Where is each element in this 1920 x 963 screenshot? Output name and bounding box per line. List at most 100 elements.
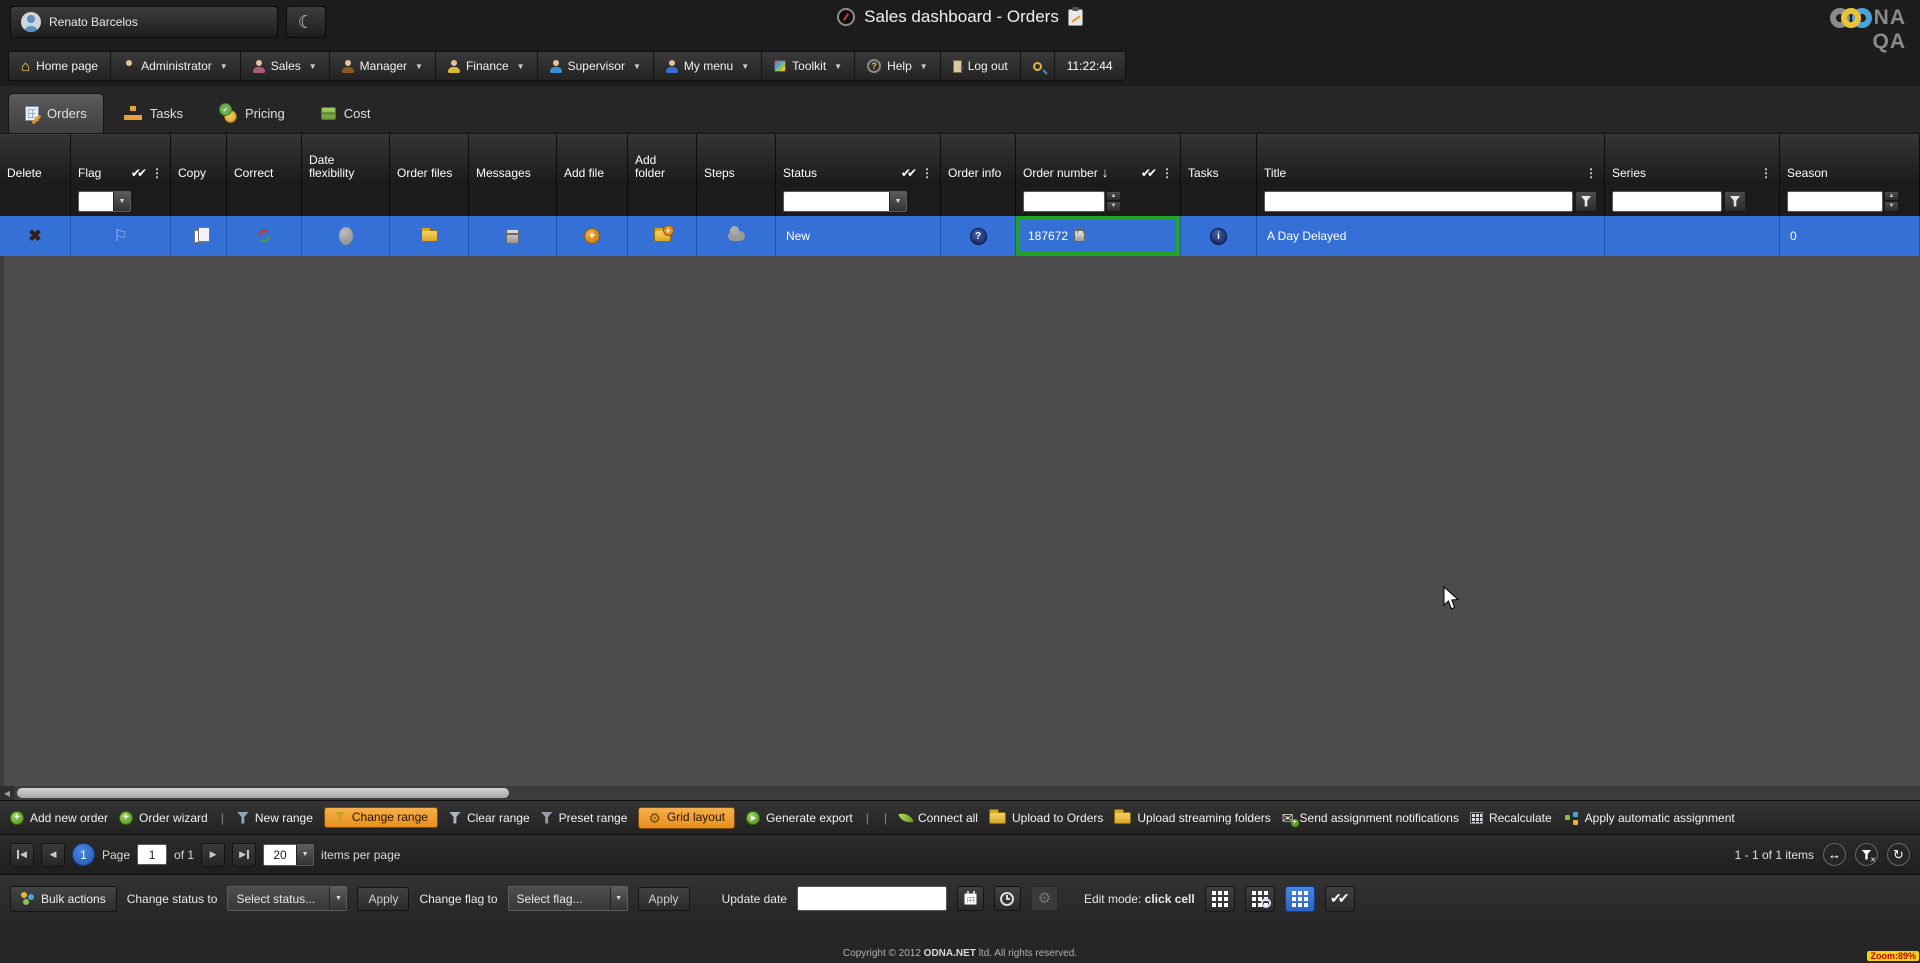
preset-range-button[interactable]: Preset range	[541, 811, 628, 825]
last-page-button[interactable]: ▶	[232, 843, 256, 867]
cell-add-folder[interactable]	[628, 216, 697, 256]
col-header-order-files[interactable]: Order files	[390, 134, 469, 186]
series-filter-input[interactable]	[1612, 191, 1722, 212]
apply-automatic-assignment-button[interactable]: Apply automatic assignment	[1563, 811, 1735, 825]
col-header-order-info[interactable]: Order info	[941, 134, 1016, 186]
current-page-button[interactable]: 1	[72, 843, 95, 866]
select-all-orders-icon[interactable]: ✔✔	[1141, 166, 1157, 180]
select-all-status-icon[interactable]: ✔✔	[901, 166, 917, 180]
cell-order-info[interactable]: ?	[941, 216, 1016, 256]
col-header-copy[interactable]: Copy	[171, 134, 227, 186]
col-header-title[interactable]: Title ⋮	[1257, 134, 1605, 186]
scrollbar-thumb[interactable]	[17, 788, 509, 798]
number-spinner[interactable]: ▲▼	[1884, 191, 1899, 212]
send-assignment-notifications-button[interactable]: ✉Send assignment notifications	[1282, 811, 1459, 825]
clear-range-button[interactable]: Clear range	[449, 811, 530, 825]
cell-flag[interactable]: ⚐	[71, 216, 171, 256]
cell-order-number-selected[interactable]: 187672	[1016, 216, 1181, 256]
date-settings-button[interactable]: ⚙	[1031, 886, 1058, 911]
dropdown-arrow-icon[interactable]: ▼	[329, 887, 346, 910]
column-menu-icon[interactable]: ⋮	[1585, 166, 1597, 180]
flag-filter-select[interactable]: ▼	[78, 191, 131, 212]
col-header-status[interactable]: Status ✔✔⋮	[776, 134, 941, 186]
cell-add-file[interactable]: +	[557, 216, 628, 256]
page-number-input[interactable]	[137, 844, 167, 865]
change-range-button[interactable]: Change range	[324, 807, 438, 828]
add-new-order-button[interactable]: +Add new order	[10, 811, 108, 825]
calendar-button[interactable]	[957, 886, 984, 911]
cell-messages[interactable]	[469, 216, 557, 256]
menu-help[interactable]: ? Help▼	[855, 52, 941, 80]
col-header-messages[interactable]: Messages	[469, 134, 557, 186]
horizontal-scrollbar[interactable]: ◀	[0, 786, 1920, 800]
column-menu-icon[interactable]: ⋮	[921, 166, 933, 180]
order-number-filter-input[interactable]	[1023, 191, 1105, 212]
tab-orders[interactable]: Orders	[8, 93, 104, 133]
cell-steps[interactable]	[697, 216, 776, 256]
tab-cost[interactable]: Cost	[305, 93, 387, 133]
status-filter-select[interactable]: ▼	[783, 191, 907, 212]
menu-supervisor[interactable]: Supervisor▼	[538, 52, 654, 80]
col-header-tasks[interactable]: Tasks	[1181, 134, 1257, 186]
orders-clipboard-icon[interactable]	[1068, 9, 1083, 26]
number-spinner[interactable]: ▲▼	[1106, 191, 1121, 212]
cell-order-files[interactable]	[390, 216, 469, 256]
order-wizard-button[interactable]: +Order wizard	[119, 811, 208, 825]
page-size-select[interactable]: 20 ▼	[263, 844, 314, 866]
cell-title[interactable]: A Day Delayed	[1257, 216, 1605, 256]
menu-log-out[interactable]: Log out	[941, 52, 1021, 80]
tab-tasks[interactable]: Tasks	[108, 93, 199, 133]
col-header-flag[interactable]: Flag ✔✔⋮	[71, 134, 171, 186]
grid-layout-button[interactable]: ⚙Grid layout	[638, 807, 735, 829]
dropdown-arrow-icon[interactable]: ▼	[610, 887, 627, 910]
tab-pricing[interactable]: Pricing	[203, 93, 301, 133]
cell-series[interactable]	[1605, 216, 1780, 256]
next-page-button[interactable]: ▶	[201, 843, 225, 867]
fit-columns-button[interactable]: ↔	[1823, 843, 1846, 866]
menu-sales[interactable]: Sales▼	[241, 52, 330, 80]
new-range-button[interactable]: New range	[237, 811, 313, 825]
edit-mode-preview-button[interactable]	[1245, 886, 1275, 912]
cell-status[interactable]: New	[776, 216, 941, 256]
edit-mode-grid-button[interactable]	[1205, 886, 1235, 912]
menu-manager[interactable]: Manager▼	[330, 52, 436, 80]
col-header-add-folder[interactable]: Add folder	[628, 134, 697, 186]
dropdown-arrow-icon[interactable]: ▼	[113, 192, 130, 211]
col-header-season[interactable]: Season	[1780, 134, 1920, 186]
col-header-correct[interactable]: Correct	[227, 134, 302, 186]
cell-season[interactable]: 0	[1780, 216, 1920, 256]
menu-my-menu[interactable]: My menu▼	[654, 52, 762, 80]
cell-tasks[interactable]: i	[1181, 216, 1257, 256]
select-all-flags-icon[interactable]: ✔✔	[131, 166, 147, 180]
clear-filters-button[interactable]	[1855, 843, 1878, 866]
cell-delete[interactable]: ✖	[0, 216, 71, 256]
edit-mode-click-cell-button[interactable]	[1285, 886, 1315, 912]
col-header-order-number[interactable]: Order number↓ ✔✔⋮	[1016, 134, 1181, 186]
menu-administrator[interactable]: Administrator▼	[111, 52, 241, 80]
col-header-steps[interactable]: Steps	[697, 134, 776, 186]
upload-to-orders-button[interactable]: Upload to Orders	[989, 811, 1103, 825]
title-filter-button[interactable]	[1575, 191, 1597, 212]
series-filter-button[interactable]	[1724, 191, 1746, 212]
title-filter-input[interactable]	[1264, 191, 1573, 212]
apply-status-button[interactable]: Apply	[357, 887, 409, 911]
apply-flag-button[interactable]: Apply	[638, 887, 690, 911]
connect-all-button[interactable]: Connect all	[900, 811, 978, 825]
col-header-add-file[interactable]: Add file	[557, 134, 628, 186]
col-header-date-flexibility[interactable]: Date flexibility	[302, 134, 390, 186]
cell-correct[interactable]	[227, 216, 302, 256]
col-header-series[interactable]: Series ⋮	[1605, 134, 1780, 186]
cell-copy[interactable]	[171, 216, 227, 256]
menu-toolkit[interactable]: Toolkit▼	[762, 52, 855, 80]
season-filter-input[interactable]	[1787, 191, 1883, 212]
column-menu-icon[interactable]: ⋮	[151, 166, 163, 180]
upload-streaming-folders-button[interactable]: Upload streaming folders	[1114, 811, 1270, 825]
select-status-dropdown[interactable]: Select status... ▼	[227, 886, 347, 911]
refresh-button[interactable]: ↻	[1887, 843, 1910, 866]
bulk-actions-button[interactable]: Bulk actions	[10, 886, 117, 912]
column-menu-icon[interactable]: ⋮	[1161, 166, 1173, 180]
generate-export-button[interactable]: ▶Generate export	[746, 811, 853, 825]
dropdown-arrow-icon[interactable]: ▼	[889, 192, 906, 211]
first-page-button[interactable]: ◀	[10, 843, 34, 867]
previous-page-button[interactable]: ◀	[41, 843, 65, 867]
